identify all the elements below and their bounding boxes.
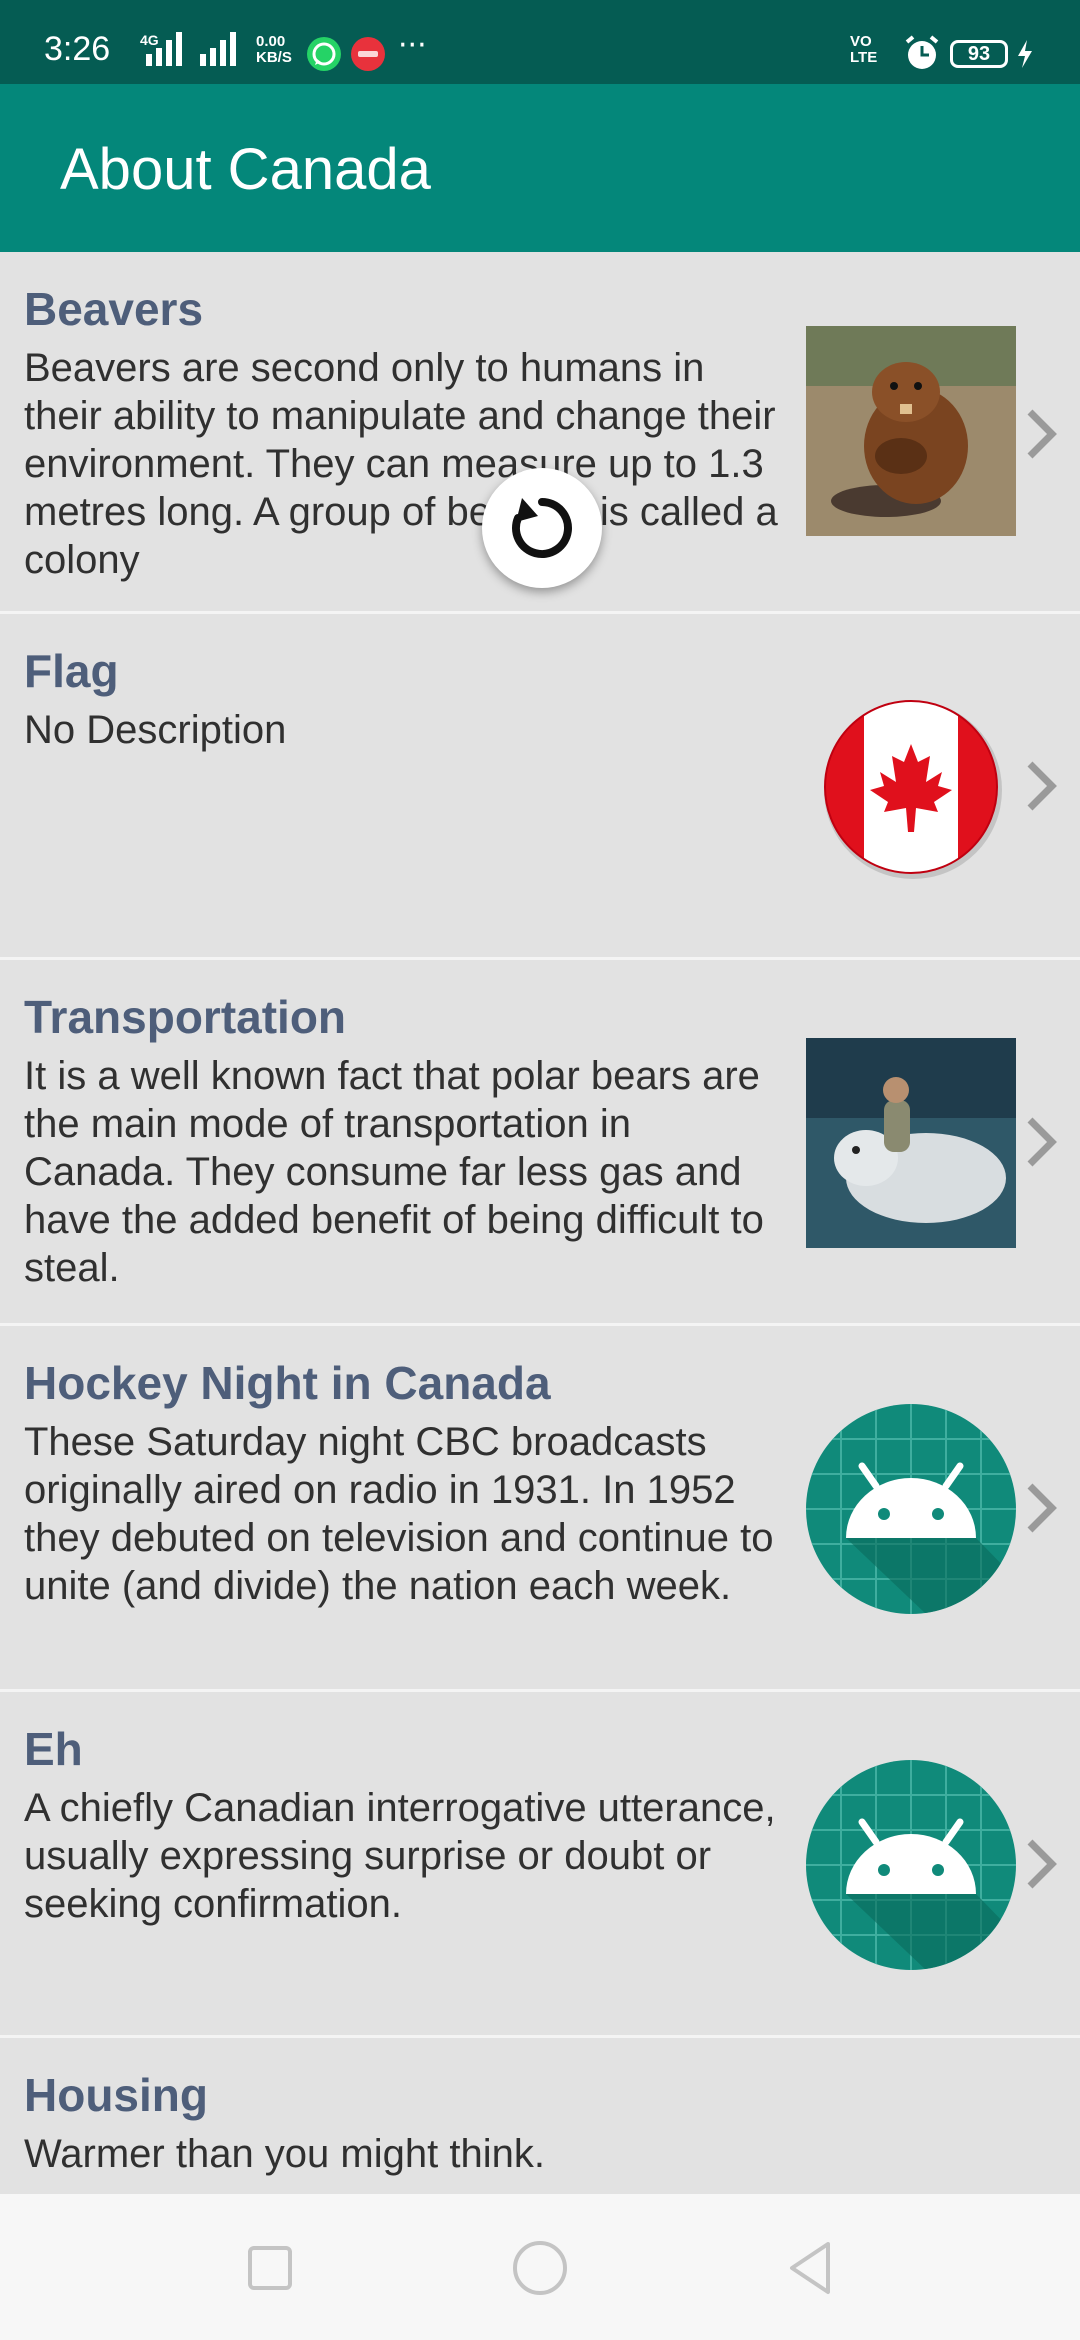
chevron-right-icon (1027, 1839, 1057, 1889)
list-item-flag[interactable]: Flag No Description (0, 614, 1080, 960)
chevron-right-icon (1027, 761, 1057, 811)
item-title: Flag (24, 645, 119, 697)
chevron-right-icon (1027, 409, 1057, 459)
home-button[interactable] (510, 2238, 570, 2298)
charging-icon (1018, 40, 1032, 68)
list-item-transportation[interactable]: Transportation It is a well known fact t… (0, 960, 1080, 1326)
item-title: Hockey Night in Canada (24, 1357, 551, 1409)
signal-strength-icon (146, 32, 182, 66)
item-description: These Saturday night CBC broadcasts orig… (24, 1420, 774, 1608)
chevron-right-icon (1027, 1117, 1057, 1167)
app-bar: About Canada (0, 84, 1080, 252)
status-time: 3:26 (44, 30, 111, 68)
alarm-icon (905, 35, 939, 69)
list-item-housing[interactable]: Housing Warmer than you might think. (0, 2038, 1080, 2194)
item-title: Transportation (24, 991, 347, 1043)
chevron-right-icon (1027, 1483, 1057, 1533)
app-notification-icon (351, 37, 385, 71)
refresh-indicator (482, 468, 602, 588)
item-description: Beavers are second only to humans in the… (24, 346, 778, 582)
whatsapp-icon (307, 37, 341, 71)
polar-bear-photo (806, 1038, 1016, 1248)
system-nav-bar (0, 2194, 1080, 2340)
page-title: About Canada (60, 137, 431, 202)
list-item-hockey-night[interactable]: Hockey Night in Canada These Saturday ni… (0, 1326, 1080, 1692)
refresh-icon (512, 498, 572, 558)
net-speed-value: 0.00 (256, 33, 286, 50)
item-description: Warmer than you might think. (24, 2132, 545, 2176)
status-bar: 3:26 4G 0.00 KB/S ··· VO LTE 93 (0, 0, 1080, 84)
item-title: Beavers (24, 283, 204, 335)
android-placeholder-icon (806, 1760, 1016, 1970)
android-placeholder-icon (806, 1404, 1016, 1614)
recents-button[interactable] (240, 2238, 300, 2298)
item-title: Eh (24, 1723, 83, 1775)
signal-strength-2-icon (200, 32, 236, 66)
net-speed: 0.00 KB/S (256, 34, 292, 66)
canada-flag-icon (824, 700, 1002, 879)
item-description: It is a well known fact that polar bears… (24, 1054, 764, 1290)
net-speed-unit: KB/S (256, 49, 292, 66)
back-button[interactable] (780, 2238, 840, 2298)
beaver-photo (806, 326, 1016, 536)
battery-icon: 93 (950, 40, 1008, 68)
item-description: A chiefly Canadian interrogative utteran… (24, 1786, 776, 1926)
item-description: No Description (24, 708, 287, 752)
more-notifications-icon: ··· (398, 28, 427, 63)
igloo-photo (806, 2168, 1016, 2194)
item-title: Housing (24, 2069, 208, 2121)
list-item-eh[interactable]: Eh A chiefly Canadian interrogative utte… (0, 1692, 1080, 2038)
volte-icon: VO LTE (850, 33, 878, 66)
